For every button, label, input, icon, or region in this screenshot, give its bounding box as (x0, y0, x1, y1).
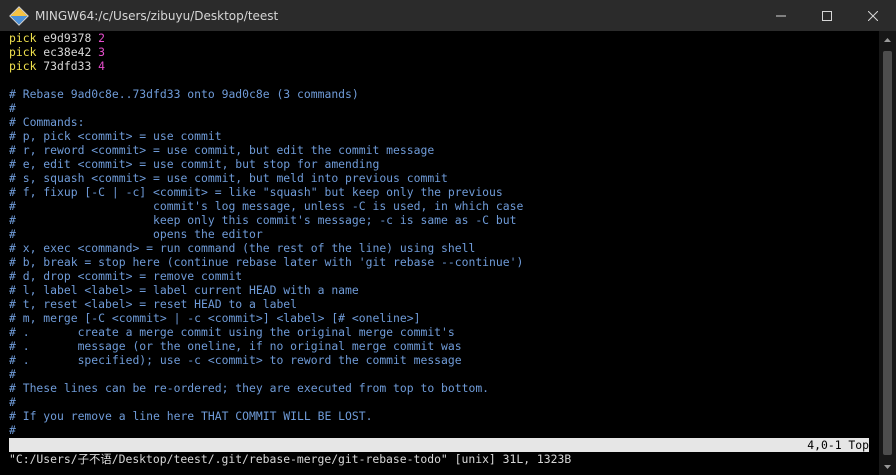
comment-block: # Rebase 9ad0c8e..73dfd33 onto 9ad0c8e (… (9, 73, 869, 437)
comment-line: # opens the editor (9, 227, 263, 241)
terminal-window: MINGW64:/c/Users/zibuyu/Desktop/teest pi… (0, 0, 896, 475)
commit-hash: ec38e42 (43, 45, 92, 59)
vim-buffer[interactable]: pick e9d9378 2 pick ec38e42 3 pick 73dfd… (9, 31, 869, 437)
comment-line: # Rebase 9ad0c8e..73dfd33 onto 9ad0c8e (… (9, 87, 359, 101)
scroll-up-arrow-icon[interactable] (879, 31, 896, 48)
pick-line: pick ec38e42 3 (9, 45, 869, 59)
git-bash-diamond-icon (9, 5, 29, 26)
comment-line: # e, edit <commit> = use commit, but sto… (9, 157, 380, 171)
comment-line: # (9, 423, 16, 437)
comment-line: # . specified); use -c <commit> to rewor… (9, 353, 462, 367)
commit-message: 2 (98, 31, 106, 45)
pick-command: pick (9, 31, 37, 45)
commit-message: 3 (98, 45, 106, 59)
pick-command: pick (9, 45, 37, 59)
maximize-button[interactable] (804, 0, 850, 31)
minimize-button[interactable] (758, 0, 804, 31)
comment-line: # d, drop <commit> = remove commit (9, 269, 243, 283)
comment-line: # m, merge [-C <commit> | -c <commit>] <… (9, 311, 421, 325)
title-bar[interactable]: MINGW64:/c/Users/zibuyu/Desktop/teest (0, 0, 896, 31)
vertical-scrollbar[interactable] (879, 31, 896, 475)
comment-line: # t, reset <label> = reset HEAD to a lab… (9, 297, 298, 311)
comment-line: # l, label <label> = label current HEAD … (9, 283, 359, 297)
comment-line: # (9, 101, 16, 115)
comment-line: # . create a merge commit using the orig… (9, 325, 455, 339)
pick-line: pick e9d9378 2 (9, 31, 869, 45)
comment-line: # (9, 367, 16, 381)
commit-hash: e9d9378 (43, 31, 92, 45)
comment-line: # If you remove a line here THAT COMMIT … (9, 409, 373, 423)
commit-message: 4 (98, 59, 106, 73)
vim-status-line: C:/Users/子不语/Desktop/teest/.git/rebase-m… (9, 438, 869, 466)
scroll-thumb[interactable] (883, 51, 892, 455)
close-icon (868, 10, 878, 21)
minimize-icon (776, 15, 786, 16)
comment-line: # keep only this commit's message; -c is… (9, 213, 517, 227)
comment-line: # . message (or the oneline, if no origi… (9, 339, 462, 353)
comment-line: # (9, 395, 16, 409)
comment-line: # These lines can be re-ordered; they ar… (9, 381, 490, 395)
comment-line: # Commands: (9, 115, 85, 129)
comment-line: # x, exec <command> = run command (the r… (9, 241, 476, 255)
pick-line: pick 73dfd33 4 (9, 59, 869, 73)
vim-command-line[interactable]: "C:/Users/子不语/Desktop/teest/.git/rebase-… (9, 452, 869, 466)
comment-line: # f, fixup [-C | -c] <commit> = like "sq… (9, 185, 503, 199)
comment-line: # p, pick <commit> = use commit (9, 129, 222, 143)
comment-line: # commit's log message, unless -C is use… (9, 199, 524, 213)
maximize-icon (822, 10, 832, 21)
comment-line (9, 73, 869, 87)
scroll-down-arrow-icon[interactable] (879, 458, 896, 475)
window-title: MINGW64:/c/Users/zibuyu/Desktop/teest (35, 8, 279, 23)
commit-hash: 73dfd33 (43, 59, 92, 73)
pick-command: pick (9, 59, 37, 73)
window-controls (758, 0, 896, 31)
comment-line: # s, squash <commit> = use commit, but m… (9, 171, 448, 185)
comment-line: # b, break = stop here (continue rebase … (9, 255, 524, 269)
close-button[interactable] (850, 0, 896, 31)
comment-line: # r, reword <commit> = use commit, but e… (9, 143, 435, 157)
status-cursor-position: 4,0-1 Top (807, 438, 869, 452)
